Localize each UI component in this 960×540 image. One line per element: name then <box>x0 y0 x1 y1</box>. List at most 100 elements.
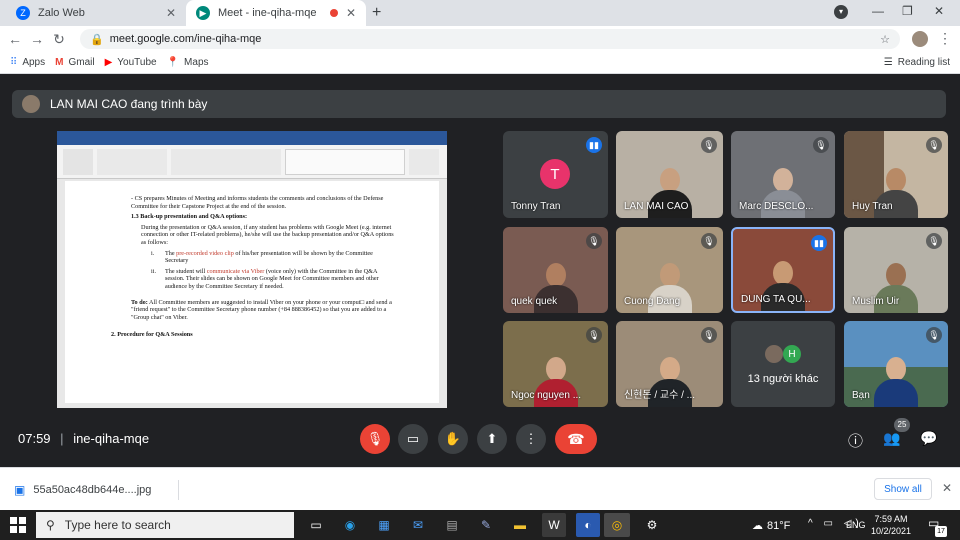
clock[interactable]: 7:59 AM 10/2/2021 <box>866 513 916 537</box>
cloud-icon: ☁ <box>752 520 763 532</box>
avatar: H <box>783 345 801 363</box>
gmail-icon: M <box>55 57 64 68</box>
task-view-icon[interactable]: ▭ <box>304 513 328 537</box>
participant-name: Muslim Uir <box>852 296 900 307</box>
close-icon[interactable]: ✕ <box>166 6 176 20</box>
others-tile[interactable]: H 13 người khác <box>731 321 835 407</box>
word-ribbon <box>57 131 447 179</box>
tab-meet[interactable]: ▶ Meet - ine-qiha-mqe ✕ <box>186 0 366 26</box>
reload-icon[interactable]: ↻ <box>48 31 70 48</box>
app-icon[interactable]: ✎ <box>474 513 498 537</box>
bookmark-gmail[interactable]: M Gmail <box>55 57 94 68</box>
participant-tile[interactable]: 🎙 Ngoc nguyen ... <box>503 321 608 407</box>
mic-off-icon: 🎙 <box>586 327 602 343</box>
doc-text: The <box>164 249 175 257</box>
back-icon[interactable]: ← <box>4 31 26 47</box>
close-icon[interactable]: ✕ <box>346 6 356 20</box>
participant-tile[interactable]: 🎙 LAN MAI CAO <box>616 131 723 218</box>
word-icon[interactable]: W <box>542 513 566 537</box>
mail-icon[interactable]: ✉ <box>406 513 430 537</box>
doc-line: - CS prepares Minutes of Meeting and inf… <box>131 195 384 210</box>
shared-screen: - CS prepares Minutes of Meeting and inf… <box>57 131 447 408</box>
webex-icon[interactable]: ◐ <box>576 513 600 537</box>
reading-list-icon: ☰ <box>883 57 893 68</box>
more-options-button[interactable]: ⋮ <box>516 424 546 454</box>
doc-text: The student will <box>165 267 206 275</box>
others-count: 13 người khác <box>747 373 819 385</box>
restore-icon[interactable]: ❐ <box>902 4 913 18</box>
present-button[interactable]: ⬆ <box>477 424 507 454</box>
forward-icon[interactable]: → <box>26 31 48 47</box>
chat-icon: 💬 <box>920 430 938 446</box>
people-button[interactable]: 👥 <box>883 430 900 447</box>
microphone-button[interactable]: 🎙 <box>360 424 390 454</box>
weather-widget[interactable]: ☁ 81°F <box>752 519 791 533</box>
doc-line: During the presentation or Q&A session, … <box>141 223 394 246</box>
mic-off-icon: 🎙 <box>813 137 829 153</box>
present-icon: ⬆ <box>486 431 498 446</box>
search-icon: ⚲ <box>46 518 55 532</box>
doc-highlight: communicate via Viber <box>206 267 265 275</box>
address-bar[interactable]: 🔒 meet.google.com/ine-qiha-mqe ☆ <box>80 29 900 49</box>
camera-icon: ▭ <box>406 431 420 446</box>
participant-tile[interactable]: T ▮▮ Tonny Tran <box>503 131 608 218</box>
file-explorer-icon[interactable]: ▬ <box>508 513 532 537</box>
windows-start-icon[interactable] <box>10 517 26 533</box>
bookmark-label: Gmail <box>68 57 95 68</box>
temperature: 81°F <box>767 519 791 532</box>
taskbar-search[interactable]: ⚲ Type here to search <box>36 512 294 538</box>
bookmark-label: YouTube <box>117 57 157 68</box>
participant-tile[interactable]: 🎙 quek quek <box>503 227 608 313</box>
raise-hand-button[interactable]: ✋ <box>438 424 468 454</box>
settings-icon[interactable]: ⚙ <box>640 513 664 537</box>
reading-list-button[interactable]: ☰ Reading list <box>884 57 950 68</box>
participant-tile[interactable]: ▮▮ DUNG TA QU... <box>731 227 835 313</box>
notification-count: 17 <box>935 526 947 537</box>
window-close-icon[interactable]: ✕ <box>934 4 944 18</box>
self-tile[interactable]: 🎙 Bạn <box>844 321 948 407</box>
store-icon[interactable]: ▦ <box>372 513 396 537</box>
tab-zalo[interactable]: Z Zalo Web ✕ <box>6 0 186 26</box>
youtube-icon: ▶ <box>104 57 113 68</box>
chat-button[interactable]: 💬 <box>920 430 937 447</box>
camera-button[interactable]: ▭ <box>398 424 428 454</box>
info-icon[interactable]: ⓘ <box>848 430 863 451</box>
bookmark-apps[interactable]: ⠿ Apps <box>10 57 45 68</box>
doc-item: ii. The student will communicate via Vib… <box>131 268 397 291</box>
mic-off-icon: 🎙 <box>701 327 717 343</box>
people-count-badge: 25 <box>894 418 910 432</box>
participant-tile[interactable]: 🎙 신현돈 / 교수 / ... <box>616 321 723 407</box>
close-icon[interactable]: ✕ <box>942 481 952 495</box>
tab-title: Meet - ine-qiha-mqe <box>218 7 317 19</box>
star-icon[interactable]: ☆ <box>880 33 890 46</box>
participant-tile[interactable]: 🎙 Huy Tran <box>844 131 948 218</box>
presenting-banner: LAN MAI CAO đang trình bày <box>12 90 946 118</box>
participant-name: quek quek <box>511 296 558 307</box>
avatar: T <box>540 159 570 189</box>
minimize-icon[interactable]: — <box>872 4 884 18</box>
download-filename: 55a50ac48db644e....jpg <box>33 484 152 496</box>
menu-icon[interactable]: ⋮ <box>938 30 952 47</box>
calculator-icon[interactable]: ▤ <box>440 513 464 537</box>
language-indicator[interactable]: ENG <box>846 520 866 530</box>
edge-icon[interactable]: ◉ <box>338 513 362 537</box>
show-all-button[interactable]: Show all <box>874 478 932 500</box>
chrome-icon[interactable]: ◎ <box>604 513 630 537</box>
tab-strip: Z Zalo Web ✕ ▶ Meet - ine-qiha-mqe ✕ + ▾… <box>0 0 960 26</box>
hand-icon: ✋ <box>444 431 462 446</box>
bookmark-youtube[interactable]: ▶ YouTube <box>105 57 157 68</box>
new-tab-button[interactable]: + <box>372 4 381 22</box>
participant-tile[interactable]: 🎙 Muslim Uir <box>844 227 948 313</box>
tab-search-icon[interactable]: ▾ <box>834 5 848 19</box>
clock-time: 7:59 AM <box>874 514 908 524</box>
participant-tile[interactable]: 🎙 Marc DESCLO... <box>731 131 835 218</box>
download-shelf: ▣ 55a50ac48db644e....jpg Show all ✕ <box>0 467 960 510</box>
item-number: i. <box>151 249 155 257</box>
participant-name: Ngoc nguyen ... <box>511 390 582 401</box>
more-icon: ⋮ <box>524 431 538 446</box>
profile-avatar[interactable] <box>912 31 928 47</box>
participant-tile[interactable]: 🎙 Cuong Dang <box>616 227 723 313</box>
download-item[interactable]: ▣ 55a50ac48db644e....jpg <box>14 480 179 500</box>
bookmark-maps[interactable]: 📍 Maps <box>167 57 209 68</box>
leave-call-button[interactable]: ☎ <box>555 424 597 454</box>
